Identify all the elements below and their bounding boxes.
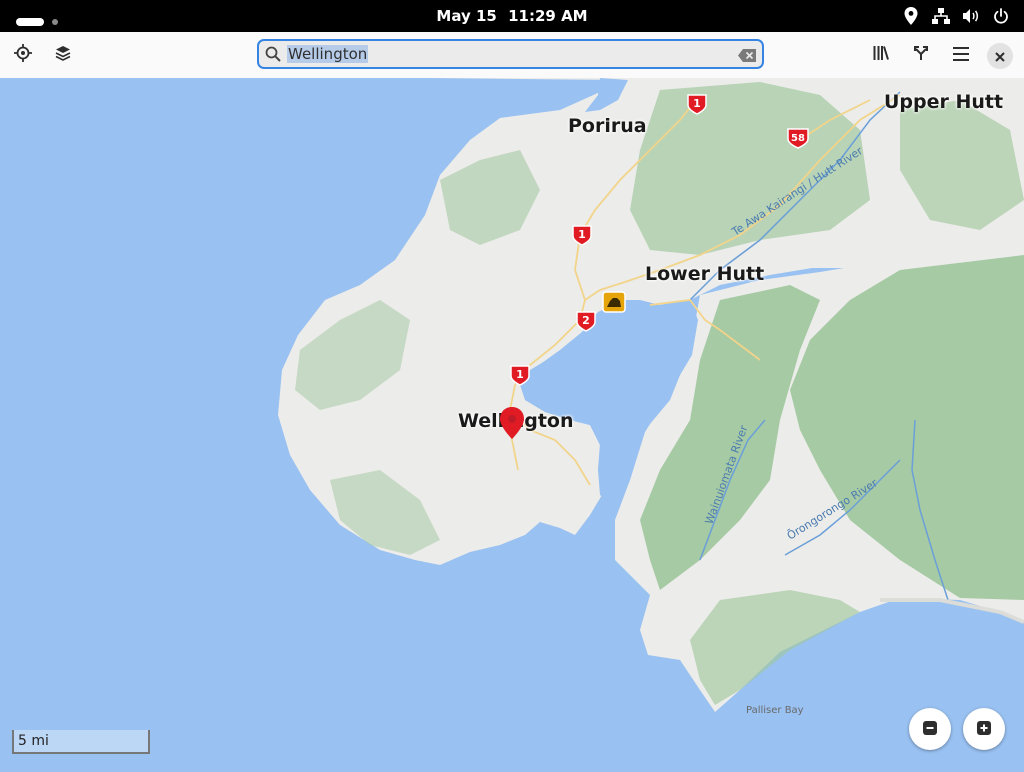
system-tray[interactable] — [902, 7, 1010, 25]
locate-button[interactable] — [7, 39, 39, 71]
library-icon — [873, 45, 889, 65]
close-button[interactable] — [987, 43, 1013, 69]
clock[interactable]: May 15 11:29 AM — [0, 7, 1024, 25]
date-label: May 15 — [436, 7, 497, 25]
scale-bar: 5 mi — [12, 730, 150, 754]
main-menu-button[interactable] — [945, 39, 977, 71]
zoom-out-button[interactable] — [909, 708, 951, 750]
route-icon — [913, 45, 929, 65]
route-shield-label: 1 — [516, 368, 524, 381]
route-shield-label: 58 — [791, 133, 805, 144]
search-input[interactable]: Wellington — [257, 39, 764, 69]
hamburger-icon — [953, 46, 969, 65]
map-view[interactable]: Te Awa Kairangi / Hutt River Wainuiomata… — [0, 78, 1024, 768]
favorites-button[interactable] — [865, 39, 897, 71]
layers-button[interactable] — [47, 39, 79, 71]
close-icon — [995, 47, 1005, 66]
header-bar: Wellington — [0, 32, 1024, 79]
route-shield-label: 2 — [582, 314, 590, 327]
crosshair-icon — [14, 44, 32, 66]
location-icon — [902, 7, 920, 25]
plus-icon — [977, 720, 991, 739]
minus-icon — [923, 720, 937, 739]
system-top-bar: May 15 11:29 AM — [0, 0, 1024, 32]
power-icon — [992, 7, 1010, 25]
route-button[interactable] — [905, 39, 937, 71]
scale-label: 5 mi — [18, 733, 49, 749]
search-text: Wellington — [287, 45, 369, 63]
zoom-in-button[interactable] — [963, 708, 1005, 750]
route-shield-label: 1 — [578, 228, 586, 241]
place-label-porirua: Porirua — [568, 115, 647, 137]
route-shield-label: 1 — [693, 97, 701, 110]
time-label: 11:29 AM — [508, 7, 588, 25]
attraction-icon — [602, 291, 626, 313]
volume-icon — [962, 7, 980, 25]
network-icon — [932, 7, 950, 25]
location-marker-icon[interactable] — [499, 406, 525, 444]
place-label-upper-hutt: Upper Hutt — [884, 91, 1004, 113]
clear-icon[interactable] — [738, 47, 756, 66]
palliser-bay-label: Palliser Bay — [746, 705, 804, 716]
search-icon — [265, 46, 281, 66]
place-label-lower-hutt: Lower Hutt — [645, 263, 765, 285]
layers-icon — [55, 45, 71, 65]
